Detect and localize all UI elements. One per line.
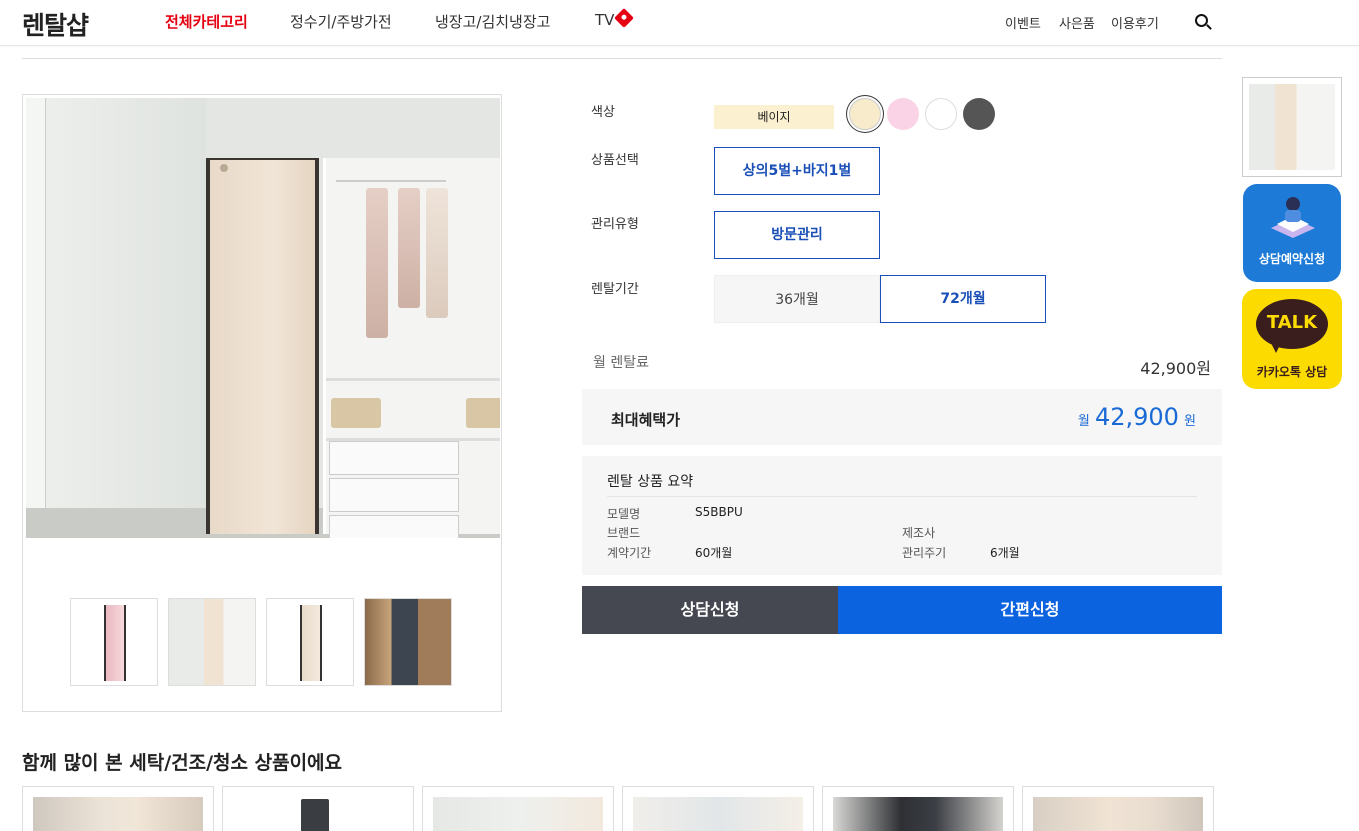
benefit-label: 최대혜택가 xyxy=(611,411,681,429)
swatch-pink[interactable] xyxy=(887,98,919,130)
contract-value: 60개월 xyxy=(695,546,733,560)
selected-color-chip: 베이지 xyxy=(714,105,834,129)
swatch-beige[interactable] xyxy=(849,98,881,130)
site-logo[interactable]: 렌탈샵 xyxy=(22,6,89,42)
related-product-card[interactable] xyxy=(622,786,814,831)
rental-period-label: 렌탈기간 xyxy=(591,282,639,297)
tag-badge-icon xyxy=(614,8,634,28)
period-36-button[interactable]: 36개월 xyxy=(714,275,880,323)
nav-fridge[interactable]: 냉장고/김치냉장고 xyxy=(435,11,550,32)
monthly-fee-label: 월 렌탈료 xyxy=(593,355,649,371)
search-icon[interactable] xyxy=(1195,14,1208,27)
care-cycle-value: 6개월 xyxy=(990,546,1020,560)
brand-key: 브랜드 xyxy=(607,526,641,540)
recent-product-thumb[interactable] xyxy=(1242,77,1342,177)
contract-key: 계약기간 xyxy=(607,546,652,560)
related-product-card[interactable] xyxy=(1022,786,1214,831)
product-select-label: 상품선택 xyxy=(591,153,639,168)
kakao-talk-button[interactable]: TALK 카카오톡 상담 xyxy=(1242,289,1342,389)
util-event[interactable]: 이벤트 xyxy=(1005,13,1041,32)
care-type-label: 관리유형 xyxy=(591,217,639,232)
util-review[interactable]: 이용후기 xyxy=(1111,13,1159,32)
top-divider xyxy=(22,58,1222,59)
kakao-talk-text: TALK xyxy=(1266,312,1318,333)
nav-water-kitchen[interactable]: 정수기/주방가전 xyxy=(290,11,392,32)
consult-reservation-button[interactable]: 상담예약신청 xyxy=(1243,184,1341,282)
product-option-button[interactable]: 상의5벌+바지1벌 xyxy=(714,147,880,195)
util-gift[interactable]: 사은품 xyxy=(1059,13,1095,32)
period-72-button[interactable]: 72개월 xyxy=(880,275,1046,323)
model-key: 모델명 xyxy=(607,507,641,521)
kakao-talk-label: 카카오톡 상담 xyxy=(1256,365,1328,379)
related-product-card[interactable] xyxy=(222,786,414,831)
consultant-icon xyxy=(1271,197,1315,238)
swatch-white[interactable] xyxy=(925,98,957,130)
benefit-price: 월 42,900 원 xyxy=(1078,403,1196,431)
consult-button[interactable]: 상담신청 xyxy=(582,586,838,634)
benefit-value: 42,900 xyxy=(1094,403,1179,431)
nav-all-categories[interactable]: 전체카테고리 xyxy=(165,11,248,32)
related-product-card[interactable] xyxy=(822,786,1014,831)
thumbnail-1[interactable] xyxy=(70,598,158,686)
rental-summary: 렌탈 상품 요약 모델명 S5BBPU 브랜드 제조사 계약기간 60개월 관리… xyxy=(582,456,1222,575)
benefit-suffix: 원 xyxy=(1184,414,1196,429)
closet-image xyxy=(323,158,500,538)
summary-title: 렌탈 상품 요약 xyxy=(607,474,694,490)
related-product-card[interactable] xyxy=(22,786,214,831)
care-cycle-key: 관리주기 xyxy=(902,546,947,560)
easy-apply-button[interactable]: 간편신청 xyxy=(838,586,1222,634)
header: 렌탈샵 전체카테고리 정수기/주방가전 냉장고/김치냉장고 TV 이벤트 사은품… xyxy=(0,0,1359,46)
color-label: 색상 xyxy=(591,105,615,120)
benefit-prefix: 월 xyxy=(1077,414,1090,429)
related-section-title: 함께 많이 본 세탁/건조/청소 상품이에요 xyxy=(22,752,343,774)
nav-tv[interactable]: TV xyxy=(595,11,614,29)
main-product-image xyxy=(26,98,500,538)
thumbnail-2[interactable] xyxy=(168,598,256,686)
care-type-button[interactable]: 방문관리 xyxy=(714,211,880,259)
thumbnail-3[interactable] xyxy=(266,598,354,686)
swatch-dark-gray[interactable] xyxy=(963,98,995,130)
maker-key: 제조사 xyxy=(902,526,936,540)
consult-reservation-label: 상담예약신청 xyxy=(1258,252,1326,266)
monthly-fee-value: 42,900원 xyxy=(1140,359,1211,378)
benefit-price-box: 최대혜택가 월 42,900 원 xyxy=(582,389,1222,445)
model-value: S5BBPU xyxy=(695,505,743,519)
styler-image xyxy=(206,158,319,534)
thumbnail-4[interactable] xyxy=(364,598,452,686)
product-gallery xyxy=(22,94,502,712)
related-product-card[interactable] xyxy=(422,786,614,831)
